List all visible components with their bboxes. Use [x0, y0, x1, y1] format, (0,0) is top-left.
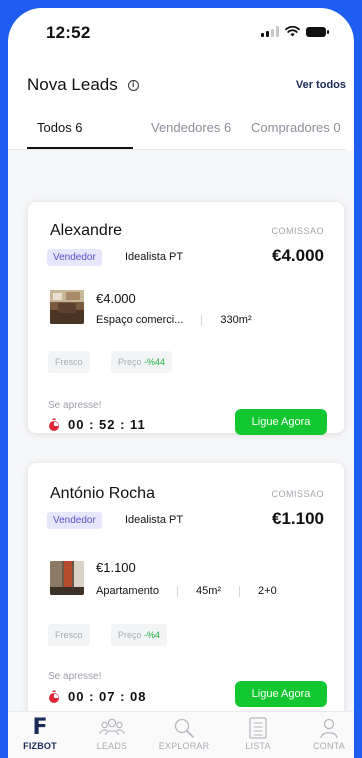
countdown: 00 : 07 : 08 [48, 689, 147, 704]
role-badge: Vendedor [47, 512, 102, 529]
people-icon [99, 718, 125, 736]
phone-screen: 12:52 Nova Leads i Ver todos Todos 6 Ven… [8, 8, 354, 758]
commission-label: COMISSAO [271, 489, 324, 499]
fresh-tag: Fresco [48, 624, 90, 646]
commission-value: €4.000 [272, 246, 324, 265]
search-icon [174, 718, 194, 738]
divider [201, 314, 203, 326]
nav-label: LISTA [245, 741, 271, 751]
countdown: 00 : 52 : 11 [48, 417, 146, 432]
status-icons [261, 26, 329, 37]
property-price: €4.000 [96, 291, 136, 306]
nav-label: LEADS [96, 741, 128, 751]
tab-sellers[interactable]: Vendedores 6 [151, 120, 231, 135]
alarm-icon [49, 418, 59, 431]
lead-filter-tabs: Todos 6 Vendedores 6 Compradores 0 [27, 120, 354, 150]
lead-card[interactable]: António Rocha COMISSAO Vendedor Idealist… [28, 463, 344, 723]
wifi-icon [285, 26, 300, 37]
section-title: Nova Leads i [27, 75, 139, 95]
role-badge: Vendedor [47, 249, 102, 266]
property-details: Apartamento 45m² 2+0 [96, 585, 277, 597]
divider [239, 585, 241, 597]
nav-leads[interactable]: LEADS [81, 716, 143, 751]
property-price: €1.100 [96, 560, 136, 575]
hurry-text: Se apresse! [48, 671, 102, 682]
nav-label: EXPLORAR [158, 741, 210, 751]
property-area: 45m² [195, 585, 222, 597]
list-icon [249, 717, 267, 739]
price-tag-value: -%4 [144, 630, 161, 640]
countdown-timer: 00 : 07 : 08 [68, 689, 147, 704]
tab-buyers[interactable]: Compradores 0 [251, 120, 341, 135]
nav-account[interactable]: CONTA [298, 716, 354, 751]
price-tag-label: Preço [118, 357, 142, 367]
info-icon[interactable]: i [127, 79, 139, 91]
cellular-signal-icon [261, 26, 279, 37]
nav-fizbot[interactable]: F FIZBOT [9, 715, 71, 752]
price-tag-value: -%44 [144, 357, 166, 367]
lead-name: António Rocha [50, 485, 155, 502]
see-all-link[interactable]: Ver todos [296, 79, 346, 91]
alarm-icon [49, 690, 59, 703]
fizbot-logo-icon: F [32, 715, 48, 740]
commission-value: €1.100 [272, 509, 324, 528]
hurry-text: Se apresse! [48, 400, 102, 411]
lead-source: Idealista PT [125, 514, 184, 526]
section-title-text: Nova Leads [27, 75, 118, 94]
nav-list[interactable]: LISTA [227, 716, 289, 751]
status-time: 12:52 [46, 23, 91, 42]
nav-explore[interactable]: EXPLORAR [153, 716, 215, 751]
nav-label: CONTA [313, 741, 345, 751]
call-now-button[interactable]: Ligue Agora [235, 409, 327, 435]
nav-label: FIZBOT [23, 741, 57, 751]
property-thumbnail[interactable] [50, 290, 84, 324]
divider [176, 585, 178, 597]
status-bar: 12:52 [8, 8, 354, 64]
lead-card[interactable]: Alexandre COMISSAO Vendedor Idealista PT… [28, 202, 344, 435]
fresh-tag: Fresco [48, 351, 90, 373]
lead-name: Alexandre [50, 222, 123, 239]
lead-source: Idealista PT [125, 251, 184, 263]
property-thumbnail[interactable] [50, 561, 84, 595]
property-type: Apartamento [96, 585, 159, 597]
price-tag-label: Preço [118, 630, 142, 640]
property-type: Espaço comerci... [96, 314, 184, 326]
countdown-timer: 00 : 52 : 11 [68, 417, 146, 432]
bottom-nav: F FIZBOT LEADS EXPLORAR LISTA CONTA [8, 711, 354, 758]
tab-all[interactable]: Todos 6 [37, 120, 83, 135]
price-tag: Preço -%4 [111, 624, 168, 646]
commission-label: COMISSAO [271, 226, 324, 236]
battery-icon [306, 26, 329, 37]
user-icon [320, 718, 338, 739]
property-details: Espaço comerci... 330m² [96, 314, 252, 326]
call-now-button[interactable]: Ligue Agora [235, 681, 327, 707]
property-rooms: 2+0 [258, 585, 277, 597]
price-tag: Preço -%44 [111, 351, 173, 373]
property-area: 330m² [220, 314, 252, 326]
